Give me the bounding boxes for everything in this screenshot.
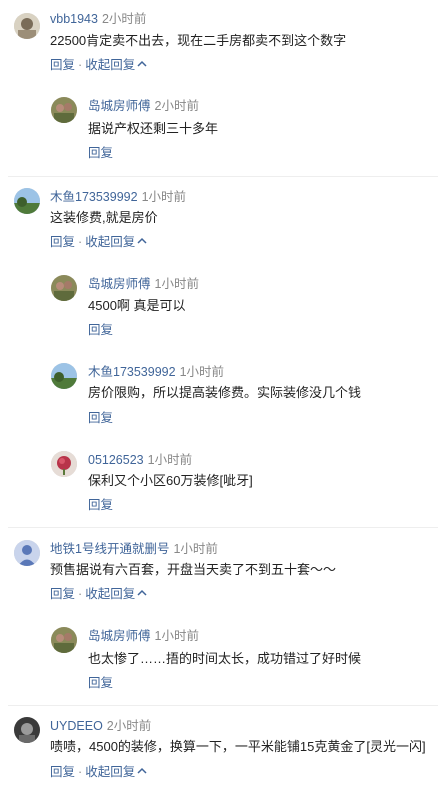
timestamp: 2小时前 <box>101 12 147 26</box>
timestamp: 1小时前 <box>141 190 187 204</box>
username[interactable]: 木鱼173539992 <box>50 190 138 204</box>
separator: · <box>78 235 83 249</box>
reply-button[interactable]: 回复 <box>50 587 75 601</box>
timestamp: 1小时前 <box>147 453 193 467</box>
username[interactable]: 05126523 <box>88 453 144 467</box>
reply-button[interactable]: 回复 <box>50 58 75 72</box>
timestamp: 1小时前 <box>154 277 199 291</box>
comment-meta: UYDEEO 2小时前 <box>50 718 151 734</box>
collapse-replies-button[interactable]: 收起回复 <box>85 58 135 72</box>
comment-text: 预售据说有六百套，开盘当天卖了不到五十套～～ <box>50 562 337 577</box>
chevron-up-icon[interactable] <box>137 767 147 775</box>
collapse-replies-button[interactable]: 收起回复 <box>85 587 135 601</box>
reply-actions: 回复 <box>88 410 113 426</box>
chevron-up-icon[interactable] <box>137 589 147 597</box>
username[interactable]: vbb1943 <box>50 12 98 26</box>
timestamp: 1小时前 <box>154 629 199 643</box>
reply-button[interactable]: 回复 <box>88 676 113 690</box>
reply-meta: 岛城房师傅 1小时前 <box>88 276 199 292</box>
divider <box>8 527 438 528</box>
avatar[interactable] <box>14 717 40 743</box>
chevron-up-icon[interactable] <box>137 237 147 245</box>
reply-button[interactable]: 回复 <box>50 235 75 249</box>
timestamp: 2小时前 <box>154 99 199 113</box>
reply-button[interactable]: 回复 <box>88 323 113 337</box>
avatar[interactable] <box>51 275 77 301</box>
reply-text: 据说产权还剩三十多年 <box>88 121 219 136</box>
reply-actions: 回复 <box>88 497 113 513</box>
comment-meta: 木鱼173539992 1小时前 <box>50 189 186 205</box>
avatar[interactable] <box>51 627 77 653</box>
avatar[interactable] <box>51 97 77 123</box>
avatar[interactable] <box>14 540 40 566</box>
comment-meta: 地铁1号线开通就删号 1小时前 <box>50 541 218 557</box>
avatar[interactable] <box>14 13 40 39</box>
comment-actions: 回复 · 收起回复 <box>50 586 147 602</box>
reply-text: 房价限购，所以提高装修费。实际装修没几个钱 <box>88 385 362 400</box>
reply-text: 保利又个小区60万装修[呲牙] <box>88 473 253 488</box>
username[interactable]: 岛城房师傅 <box>88 277 151 291</box>
reply-actions: 回复 <box>88 145 113 161</box>
comment-text: 啧啧，4500的装修，换算一下，一平米能铺15克黄金了[灵光一闪] <box>50 739 426 754</box>
reply-meta: 岛城房师傅 1小时前 <box>88 628 199 644</box>
separator: · <box>78 58 83 72</box>
comment-text: 22500肯定卖不出去，现在二手房都卖不到这个数字 <box>50 33 347 48</box>
reply-actions: 回复 <box>88 675 113 691</box>
username[interactable]: 岛城房师傅 <box>88 99 151 113</box>
reply-meta: 岛城房师傅 2小时前 <box>88 98 199 114</box>
avatar[interactable] <box>14 188 40 214</box>
reply-actions: 回复 <box>88 322 113 338</box>
reply-button[interactable]: 回复 <box>88 411 113 425</box>
collapse-replies-button[interactable]: 收起回复 <box>85 235 135 249</box>
reply-button[interactable]: 回复 <box>50 765 75 779</box>
username[interactable]: 地铁1号线开通就删号 <box>50 542 169 556</box>
comment-thread: vbb1943 2小时前 22500肯定卖不出去，现在二手房都卖不到这个数字 回复… <box>0 0 438 790</box>
reply-text: 4500啊 真是可以 <box>88 298 186 313</box>
timestamp: 1小时前 <box>179 365 225 379</box>
chevron-up-icon[interactable] <box>137 60 147 68</box>
comment-actions: 回复 · 收起回复 <box>50 764 147 780</box>
comment-actions: 回复 · 收起回复 <box>50 57 147 73</box>
reply-button[interactable]: 回复 <box>88 146 113 160</box>
divider <box>8 705 438 706</box>
comment-meta: vbb1943 2小时前 <box>50 11 146 27</box>
avatar[interactable] <box>51 363 77 389</box>
username[interactable]: 木鱼173539992 <box>88 365 176 379</box>
separator: · <box>78 587 83 601</box>
reply-button[interactable]: 回复 <box>88 498 113 512</box>
separator: · <box>78 765 83 779</box>
comment-actions: 回复 · 收起回复 <box>50 234 147 250</box>
comment-text: 这装修费,就是房价 <box>50 210 158 225</box>
reply-text: 也太惨了……捂的时间太长，成功错过了好时候 <box>88 651 362 666</box>
avatar[interactable] <box>51 451 77 477</box>
divider <box>8 176 438 177</box>
username[interactable]: 岛城房师傅 <box>88 629 151 643</box>
reply-meta: 05126523 1小时前 <box>88 452 192 468</box>
collapse-replies-button[interactable]: 收起回复 <box>85 765 135 779</box>
username[interactable]: UYDEEO <box>50 719 103 733</box>
timestamp: 2小时前 <box>106 719 152 733</box>
reply-meta: 木鱼173539992 1小时前 <box>88 364 224 380</box>
timestamp: 1小时前 <box>173 542 218 556</box>
